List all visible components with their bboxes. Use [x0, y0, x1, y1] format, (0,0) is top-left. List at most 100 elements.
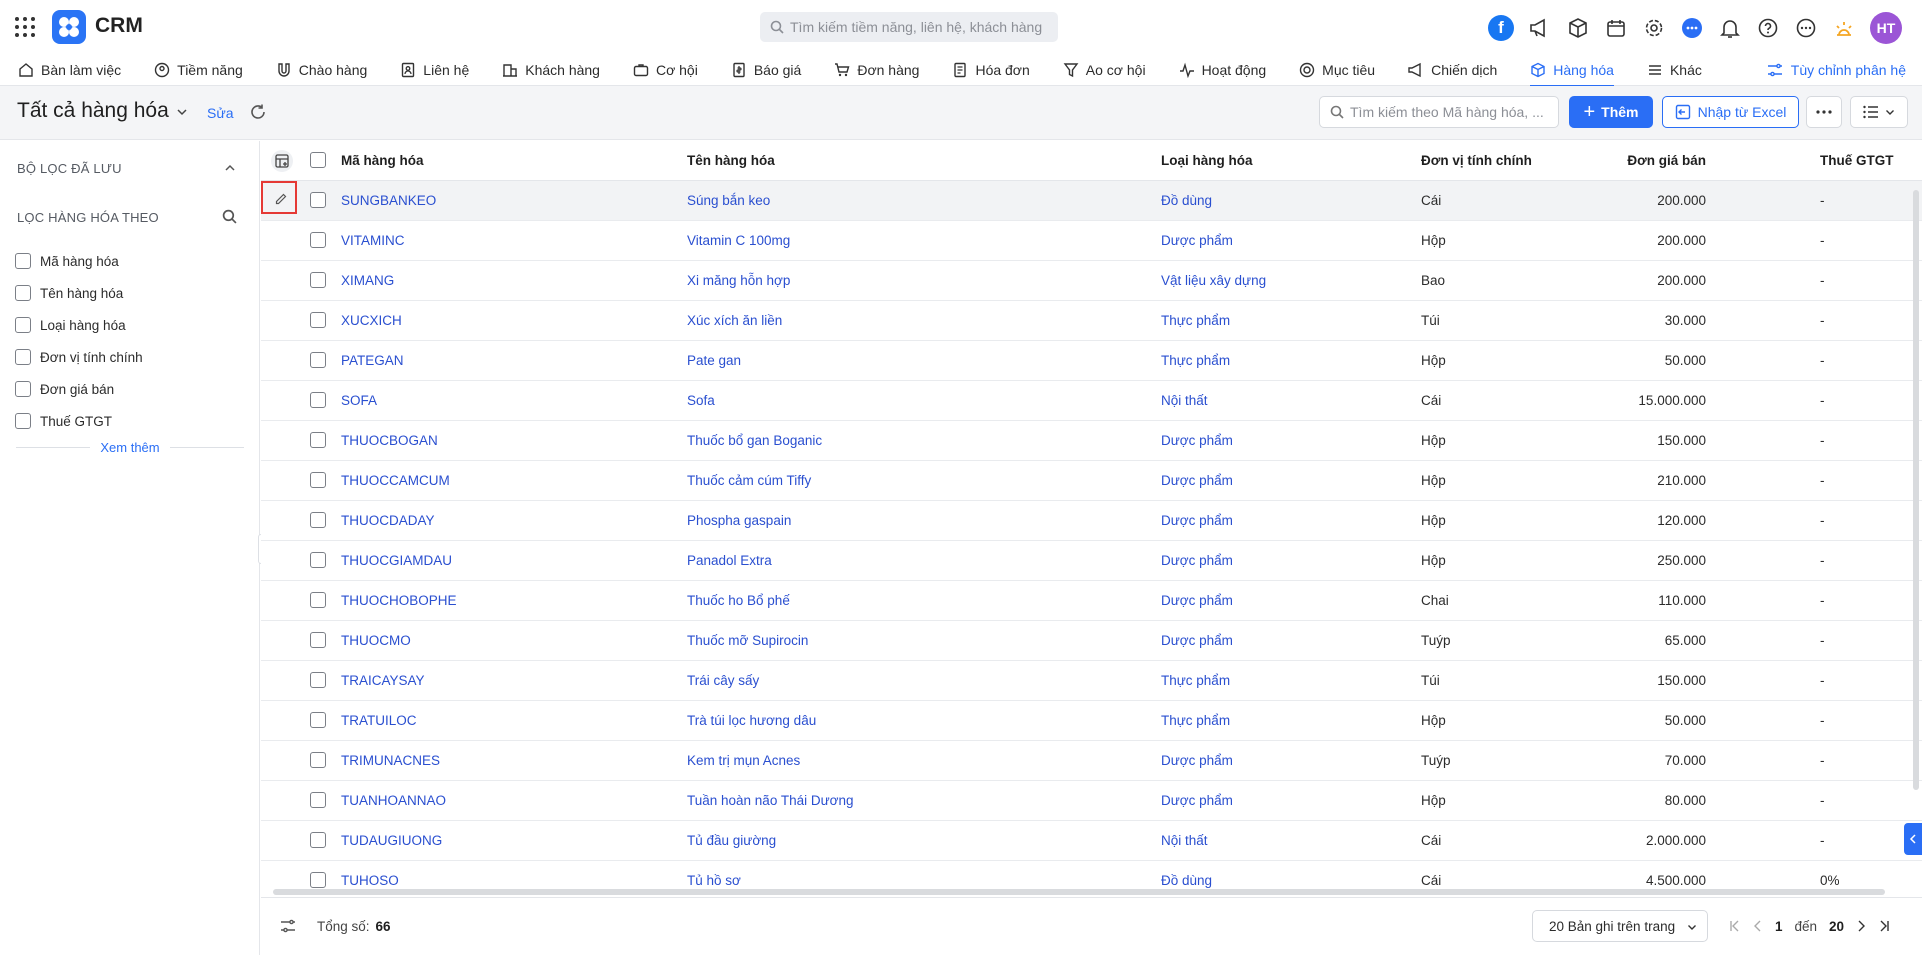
table-cell[interactable]: Tủ đầu giường [687, 833, 776, 848]
filter-item[interactable]: Đơn giá bán [15, 373, 143, 405]
table-cell[interactable]: Thực phẩm [1161, 313, 1230, 328]
row-checkbox[interactable] [310, 432, 326, 448]
table-cell[interactable]: THUOCDADAY [341, 513, 435, 528]
nav-item-tiem-nang[interactable]: Tiềm năng [154, 54, 243, 86]
horizontal-scrollbar[interactable] [273, 889, 1885, 895]
table-cell[interactable]: VITAMINC [341, 233, 405, 248]
nav-item-khach-hang[interactable]: Khách hàng [502, 54, 600, 86]
row-checkbox[interactable] [310, 272, 326, 288]
table-row[interactable]: PATEGAN Pate gan Thực phẩm Hộp 50.000 - [261, 341, 1922, 381]
box-search-icon[interactable] [1566, 16, 1590, 40]
megaphone-icon[interactable] [1528, 16, 1552, 40]
bell-icon[interactable] [1718, 16, 1742, 40]
nav-item-muc-tieu[interactable]: Mục tiêu [1299, 54, 1375, 86]
last-page-icon[interactable] [1878, 920, 1890, 932]
filter-item[interactable]: Thuế GTGT [15, 405, 143, 437]
sliders-icon[interactable] [280, 918, 296, 934]
table-cell[interactable]: THUOCCAMCUM [341, 473, 450, 488]
table-cell[interactable]: Sofa [687, 393, 715, 408]
apps-grid-icon[interactable] [14, 16, 36, 38]
nav-item-bao-gia[interactable]: Báo giá [731, 54, 801, 86]
table-cell[interactable]: Kem trị mụn Acnes [687, 753, 800, 768]
nav-item-khac[interactable]: Khác [1647, 54, 1702, 86]
table-row[interactable]: TRATUILOC Trà túi lọc hương dâu Thực phẩm H… [261, 701, 1922, 741]
help-icon[interactable] [1756, 16, 1780, 40]
table-row[interactable]: TRIMUNACNES Kem trị mụn Acnes Dược phẩm Tuý… [261, 741, 1922, 781]
global-search-input[interactable]: Tìm kiếm tiềm năng, liên hệ, khách hàng [760, 12, 1058, 42]
column-header[interactable]: Tên hàng hóa [687, 153, 775, 168]
row-checkbox[interactable] [310, 552, 326, 568]
row-checkbox[interactable] [310, 672, 326, 688]
table-cell[interactable]: Thuốc bổ gan Boganic [687, 433, 822, 448]
table-row[interactable]: TRAICAYSAY Trái cây sấy Thực phẩm Túi 150.00… [261, 661, 1922, 701]
column-header[interactable]: Loại hàng hóa [1161, 153, 1253, 168]
side-panel-tab[interactable] [1904, 823, 1922, 855]
more-circle-icon[interactable] [1794, 16, 1818, 40]
table-row[interactable]: TUDAUGIUONG Tủ đầu giường Nội thất Cái 2.000… [261, 821, 1922, 861]
table-row[interactable]: SOFA Sofa Nội thất Cái 15.000.000 - [261, 381, 1922, 421]
table-cell[interactable]: SUNGBANKEO [341, 193, 436, 208]
add-button[interactable]: + Thêm [1569, 96, 1653, 128]
nav-item-don-hang[interactable]: Đơn hàng [834, 54, 919, 86]
table-cell[interactable]: Thuốc cảm cúm Tiffy [687, 473, 811, 488]
filter-item[interactable]: Tên hàng hóa [15, 277, 143, 309]
table-cell[interactable]: TRAICAYSAY [341, 673, 425, 688]
table-row[interactable]: SUNGBANKEO Súng bắn keo Đồ dùng Cái 200.000 - [261, 181, 1922, 221]
more-actions-button[interactable] [1806, 96, 1842, 128]
first-page-icon[interactable] [1729, 920, 1741, 932]
nav-item-ao-co-hoi[interactable]: Ao cơ hội [1063, 54, 1146, 86]
nav-item-ban-lam-viec[interactable]: Bàn làm việc [18, 54, 121, 86]
pencil-icon[interactable] [275, 193, 287, 205]
filter-checkbox[interactable] [15, 253, 31, 269]
row-checkbox[interactable] [310, 232, 326, 248]
table-cell[interactable]: SOFA [341, 393, 377, 408]
search-icon[interactable] [222, 209, 237, 224]
table-cell[interactable]: Trà túi lọc hương dâu [687, 713, 816, 728]
nav-item-hoat-dong[interactable]: Hoạt động [1179, 54, 1266, 86]
table-cell[interactable]: Nội thất [1161, 833, 1208, 848]
table-cell[interactable]: Xúc xích ăn liền [687, 313, 782, 328]
refresh-icon[interactable] [249, 103, 267, 121]
sun-icon[interactable] [1832, 16, 1856, 40]
table-cell[interactable]: Đồ dùng [1161, 193, 1212, 208]
table-row[interactable]: XUCXICH Xúc xích ăn liền Thực phẩm Túi 30.00… [261, 301, 1922, 341]
saved-filters-title[interactable]: BỘ LỌC ĐÃ LƯU [17, 161, 122, 176]
row-checkbox[interactable] [310, 712, 326, 728]
column-settings-icon[interactable] [271, 150, 293, 172]
product-search-input[interactable]: Tìm kiếm theo Mã hàng hóa, ... [1319, 96, 1559, 128]
row-checkbox[interactable] [310, 312, 326, 328]
table-cell[interactable]: Dược phẩm [1161, 433, 1233, 448]
table-cell[interactable]: Súng bắn keo [687, 193, 770, 208]
row-checkbox[interactable] [310, 472, 326, 488]
row-checkbox[interactable] [310, 792, 326, 808]
table-cell[interactable]: Vật liệu xây dựng [1161, 273, 1266, 288]
table-cell[interactable]: Thuốc mỡ Supirocin [687, 633, 808, 648]
table-cell[interactable]: Dược phẩm [1161, 513, 1233, 528]
table-row[interactable]: TUANHOANNAO Tuần hoàn não Thái Dương Dược … [261, 781, 1922, 821]
table-row[interactable]: THUOCCAMCUM Thuốc cảm cúm Tiffy Dược phẩm H… [261, 461, 1922, 501]
next-page-icon[interactable] [1856, 920, 1866, 932]
table-row[interactable]: XIMANG Xi măng hỗn hợp Vật liệu xây dựng Ba… [261, 261, 1922, 301]
table-cell[interactable]: TUANHOANNAO [341, 793, 446, 808]
nav-item-lien-he[interactable]: Liên hệ [400, 54, 469, 86]
filter-item[interactable]: Loại hàng hóa [15, 309, 143, 341]
user-avatar[interactable]: HT [1870, 12, 1902, 44]
chevron-down-icon[interactable] [176, 106, 188, 118]
row-checkbox[interactable] [310, 832, 326, 848]
table-cell[interactable]: TRATUILOC [341, 713, 417, 728]
table-cell[interactable]: Thực phẩm [1161, 673, 1230, 688]
table-cell[interactable]: Dược phẩm [1161, 473, 1233, 488]
row-checkbox[interactable] [310, 872, 326, 888]
table-cell[interactable]: THUOCGIAMDAU [341, 553, 452, 568]
table-cell[interactable]: Dược phẩm [1161, 793, 1233, 808]
table-cell[interactable]: Pate gan [687, 353, 741, 368]
column-header[interactable]: Đơn giá bán [1586, 153, 1706, 168]
nav-item-chao-hang[interactable]: Chào hàng [276, 54, 367, 86]
table-cell[interactable]: Dược phẩm [1161, 753, 1233, 768]
table-cell[interactable]: THUOCHOBOPHE [341, 593, 457, 608]
row-checkbox[interactable] [310, 632, 326, 648]
table-cell[interactable]: PATEGAN [341, 353, 404, 368]
filter-checkbox[interactable] [15, 349, 31, 365]
table-cell[interactable]: Dược phẩm [1161, 633, 1233, 648]
row-checkbox[interactable] [310, 352, 326, 368]
